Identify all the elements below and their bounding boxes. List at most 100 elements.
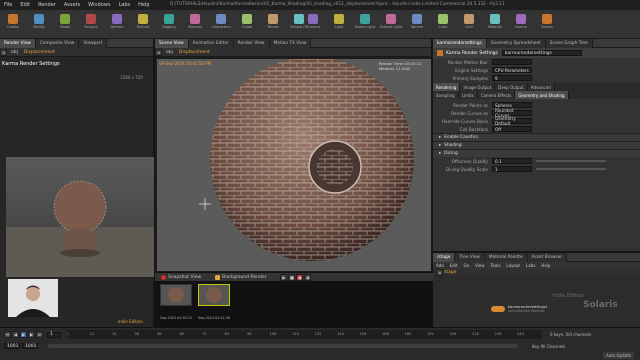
tab-material-palette[interactable]: Material Palette — [484, 252, 528, 262]
lops-tool-sphere[interactable]: Sphere — [407, 14, 427, 34]
menu-item-render[interactable]: Render — [34, 2, 60, 8]
subtab-rendering[interactable]: Rendering — [433, 83, 461, 91]
param-field[interactable]: CPU Parameters — [492, 67, 532, 73]
range-slider[interactable] — [48, 344, 518, 348]
network-menu-add[interactable]: Add — [433, 263, 447, 268]
background-render-icon[interactable] — [215, 274, 221, 280]
expand-arrow-icon[interactable]: ▸ — [439, 143, 441, 148]
expand-arrow-icon[interactable]: ▸ — [439, 135, 441, 140]
path-label[interactable]: obj — [163, 50, 176, 55]
lops-tool-grid[interactable]: Grid — [459, 14, 479, 34]
lops-tool-distant-light[interactable]: Distant Light — [380, 14, 402, 34]
node-label[interactable]: Displacement — [176, 50, 213, 55]
subtab-geometry-and-shading[interactable]: Geometry and Shading — [515, 91, 569, 99]
tab-render-view[interactable]: Render View — [0, 38, 36, 48]
section-shading[interactable]: ▸ Shading — [433, 141, 640, 149]
subtab-deep-output[interactable]: Deep Output — [495, 83, 528, 91]
menu-item-file[interactable]: File — [0, 2, 16, 8]
param-field[interactable]: 9 — [492, 75, 532, 81]
shelf-tool-modify[interactable]: Modify — [29, 14, 49, 34]
last-frame-icon[interactable]: ⏭ — [36, 331, 43, 338]
start-frame-field[interactable]: 1001 — [4, 343, 20, 349]
tab-scene-graph-tree[interactable]: Scene Graph Tree — [545, 38, 593, 48]
lops-tool-camera[interactable]: Camera — [303, 14, 323, 34]
tab-viewport[interactable]: Viewport — [79, 38, 108, 48]
render-icon[interactable]: ● — [296, 273, 304, 281]
lops-tool-material[interactable]: Material — [485, 14, 505, 34]
node-name-field[interactable]: karmarendersettings — [501, 50, 582, 56]
param-field[interactable] — [492, 59, 532, 65]
timeline-ruler[interactable]: 1 12 24 36 48 60 72 84 96 108 120 132 144 156 168 180 19… — [67, 330, 542, 339]
menu-item-edit[interactable]: Edit — [16, 2, 34, 8]
param-slider[interactable] — [536, 160, 606, 162]
snapshot-view-label[interactable]: Snapshot View — [168, 275, 201, 280]
tab-asset-browser[interactable]: Asset Browser — [527, 252, 568, 262]
play-icon[interactable]: ▶ — [20, 331, 27, 338]
tab-render-view[interactable]: Render View — [233, 38, 270, 48]
param-field[interactable]: 0.1 — [492, 158, 532, 164]
subtab-image-output[interactable]: Image Output — [460, 83, 496, 91]
shelf-tool-deform[interactable]: Deform — [107, 14, 127, 34]
shelf-tool-guide[interactable]: Guide — [237, 14, 257, 34]
snapshot-record-icon[interactable] — [161, 274, 166, 280]
shelf-tool-model[interactable]: Model — [55, 14, 75, 34]
shelf-tool-texture[interactable]: Texture — [133, 14, 153, 34]
karma-node[interactable]: karmarendersettings1 karmaRenderSettings — [491, 305, 548, 313]
network-menu-labs[interactable]: Labs — [523, 263, 538, 268]
end-frame-field[interactable]: 1001 — [22, 343, 38, 349]
lops-tool-light[interactable]: Light — [329, 14, 349, 34]
shelf-tool-characters[interactable]: Characters — [211, 14, 231, 34]
param-slider[interactable] — [536, 168, 606, 170]
param-field[interactable]: Geometry Default — [492, 116, 532, 126]
menu-item-windows[interactable]: Windows — [84, 2, 114, 8]
snapshot-image[interactable] — [198, 284, 230, 306]
subtab-advanced[interactable]: Advanced — [527, 83, 555, 91]
shelf-tool-rigging[interactable]: Rigging — [159, 14, 179, 34]
node-label[interactable]: Displacement — [21, 50, 58, 55]
karma-node-shape[interactable] — [491, 306, 505, 312]
menu-item-labs[interactable]: Labs — [114, 2, 134, 8]
prev-key-icon[interactable]: ◀ — [12, 331, 19, 338]
param-field[interactable]: 1 — [492, 166, 532, 172]
shelf-tool-terrain[interactable]: Terrain — [263, 14, 283, 34]
tab-geometry-spreadsheet[interactable]: Geometry Spreadsheet — [486, 38, 546, 48]
network-menu-view[interactable]: View — [472, 263, 488, 268]
tab--stage[interactable]: /stage — [433, 252, 456, 262]
lops-tool-solaris[interactable]: Solaris — [537, 14, 557, 34]
network-menu-layout[interactable]: Layout — [503, 263, 523, 268]
subtab-sampling[interactable]: Sampling — [433, 91, 459, 99]
tab-composite-view[interactable]: Composite View — [35, 38, 80, 48]
param-field[interactable]: Off — [492, 126, 532, 132]
play-icon[interactable]: ▶ — [280, 273, 288, 281]
first-frame-icon[interactable]: ⏮ — [4, 331, 11, 338]
network-menu-tools[interactable]: Tools — [488, 263, 504, 268]
section-dicing[interactable]: ▸ Dicing — [433, 149, 640, 157]
back-icon[interactable]: ◂ — [155, 48, 162, 56]
network-menu-help[interactable]: Help — [538, 263, 553, 268]
stop-icon[interactable]: ■ — [288, 273, 296, 281]
lops-tool-karma[interactable]: Karma — [511, 14, 531, 34]
menu-item-help[interactable]: Help — [134, 2, 153, 8]
shelf-tool-polygon[interactable]: Polygon — [81, 14, 101, 34]
section-enable-caustics[interactable]: ▸ Enable Caustics — [433, 133, 640, 141]
expand-arrow-icon[interactable]: ▸ — [439, 151, 441, 156]
back-icon[interactable]: ◂ — [0, 48, 7, 56]
lops-tool-cube[interactable]: Cube — [433, 14, 453, 34]
menu-item-assets[interactable]: Assets — [60, 2, 84, 8]
path-label[interactable]: obj — [8, 50, 21, 55]
next-key-icon[interactable]: ▶ — [28, 331, 35, 338]
snapshot-image[interactable] — [160, 284, 192, 306]
tab-scene-view[interactable]: Scene View — [155, 38, 189, 48]
tab-karmarendersettings[interactable]: karmarendersettings — [433, 38, 487, 48]
network-path[interactable]: stage — [444, 270, 457, 275]
tab-motion-fx-view[interactable]: Motion FX View — [269, 38, 312, 48]
snapshot-thumb[interactable]: Sep-2024 04:30:23 — [159, 284, 193, 324]
background-render-label[interactable]: Background Render — [222, 275, 266, 280]
network-menu-edit[interactable]: Edit — [447, 263, 461, 268]
shelf-tool-create[interactable]: Create — [3, 14, 23, 34]
render-canvas[interactable] — [157, 59, 431, 271]
shelf-tool-muscles[interactable]: Muscles — [185, 14, 205, 34]
back-icon[interactable]: ◂ — [436, 269, 443, 276]
network-menu-go[interactable]: Go — [461, 263, 473, 268]
snapshot-thumb[interactable]: Sep-2024 04:42:58 — [197, 284, 231, 324]
